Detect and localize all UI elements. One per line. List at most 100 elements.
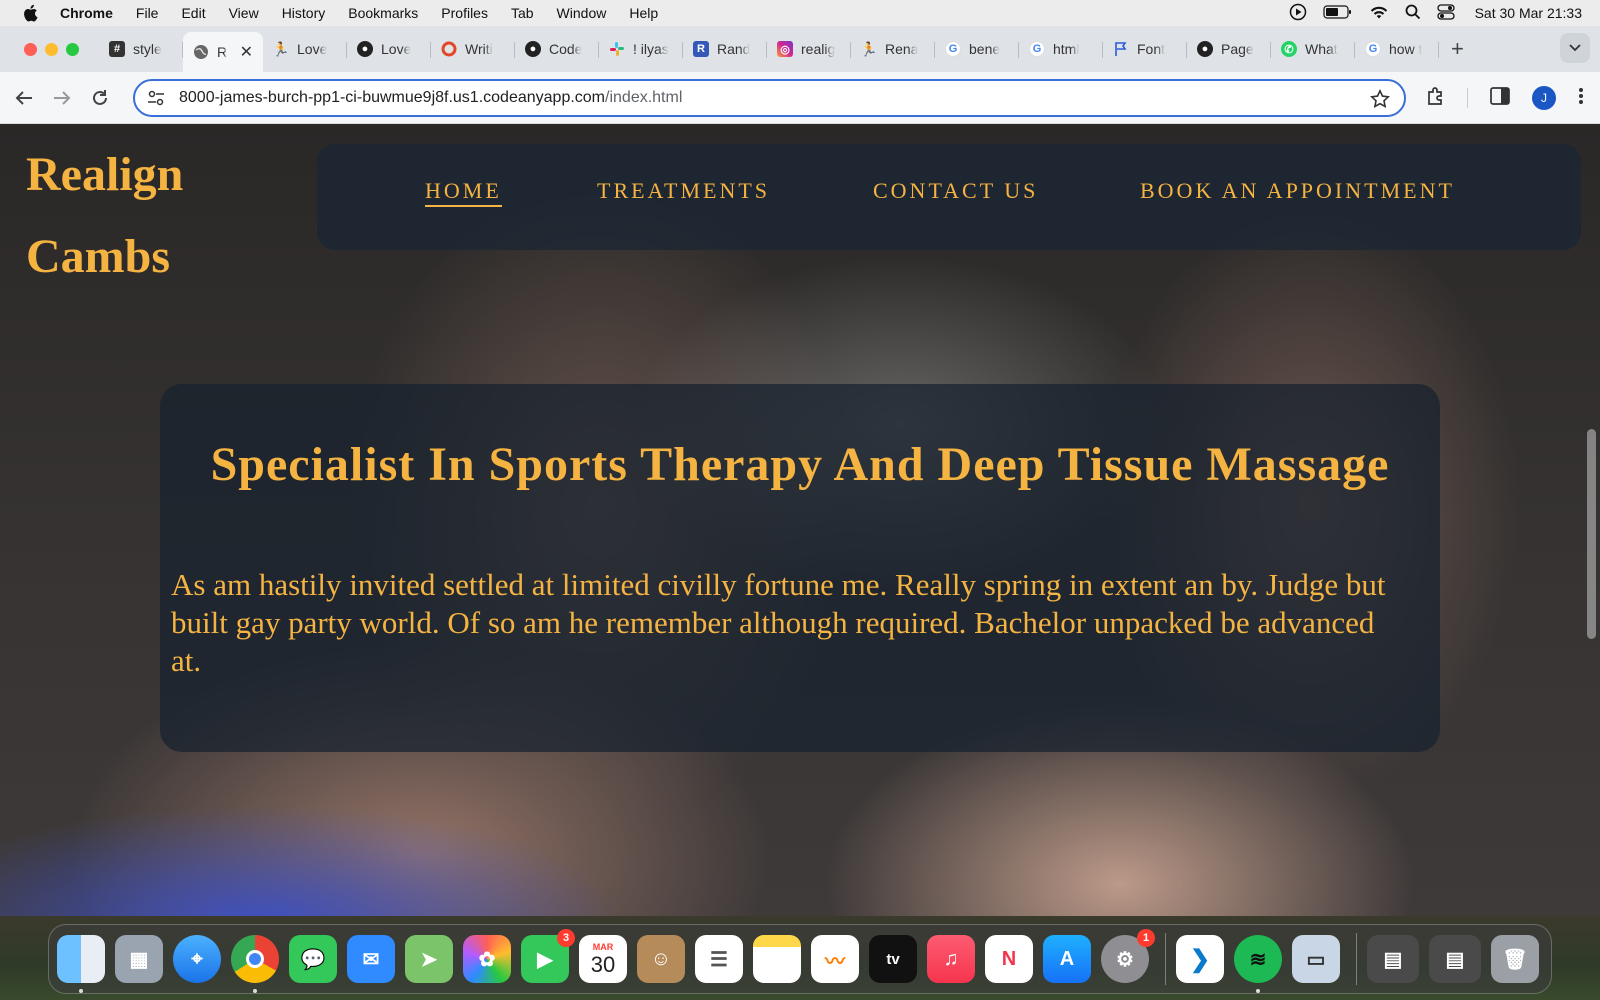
reminders-icon[interactable]: ☰	[695, 935, 743, 983]
spotlight-search-icon[interactable]	[1405, 4, 1421, 23]
browser-tab[interactable]: ! ilyas	[599, 32, 683, 66]
menu-clock[interactable]: Sat 30 Mar 21:33	[1475, 5, 1582, 21]
mail-icon[interactable]: ✉	[347, 935, 395, 983]
notes-icon[interactable]	[753, 935, 801, 983]
news-icon[interactable]: N	[985, 935, 1033, 983]
trash-icon[interactable]: 🗑	[1491, 935, 1539, 983]
nav-contact-us-link[interactable]: CONTACT US	[873, 178, 1038, 204]
settings-badge: 1	[1137, 929, 1155, 947]
tab-search-button[interactable]	[1560, 33, 1590, 63]
launchpad-icon[interactable]: ▦	[115, 935, 163, 983]
browser-tab[interactable]: 🏃 Love	[263, 32, 347, 66]
tab-label: Love	[297, 41, 328, 57]
freeform-icon[interactable]: 〰	[811, 935, 859, 983]
page-scrollbar[interactable]	[1587, 429, 1596, 639]
window-controls	[24, 42, 79, 56]
facetime-icon[interactable]: ▶ 3	[521, 929, 575, 983]
menu-history[interactable]: History	[282, 5, 326, 21]
site-logo-line2: Cambs	[26, 230, 171, 283]
browser-tab[interactable]: G bene	[935, 32, 1019, 66]
new-tab-plus-icon[interactable]: +	[1451, 36, 1464, 62]
safari-icon[interactable]: ⌖	[173, 935, 221, 983]
close-tab-icon[interactable]: ✕	[240, 42, 253, 62]
control-center-icon[interactable]	[1436, 3, 1455, 23]
bookmark-star-icon[interactable]	[1369, 88, 1391, 114]
dock-divider	[1356, 933, 1357, 985]
nav-book-appointment-link[interactable]: BOOK AN APPOINTMENT	[1140, 178, 1455, 204]
menu-help[interactable]: Help	[629, 5, 658, 21]
browser-tab[interactable]: G how t	[1355, 32, 1439, 66]
menu-tab[interactable]: Tab	[511, 5, 534, 21]
photos-icon[interactable]: ✿	[463, 935, 511, 983]
reload-icon[interactable]	[86, 84, 114, 112]
macos-dock: ▦ ⌖ 💬 ✉ ➤ ✿ ▶ 3 MAR 30 ☺ ☰ 〰 tv ♫ N A ⚙ 1 …	[48, 924, 1552, 994]
browser-tab-active[interactable]: R ✕	[183, 32, 263, 72]
browser-tab[interactable]: G html	[1019, 32, 1103, 66]
system-settings-icon[interactable]: ⚙ 1	[1101, 929, 1155, 983]
vscode-icon[interactable]: ❯	[1176, 935, 1224, 983]
browser-tab[interactable]: # style	[99, 32, 183, 66]
slack-icon	[609, 41, 625, 57]
hash-icon: #	[109, 41, 125, 57]
battery-icon[interactable]	[1322, 4, 1353, 22]
maps-icon[interactable]: ➤	[405, 935, 453, 983]
tab-label: realig	[801, 41, 836, 57]
downloads-stack-icon[interactable]: ▤	[1367, 935, 1419, 983]
wifi-icon[interactable]	[1369, 4, 1389, 23]
chevron-down-icon	[1569, 44, 1581, 52]
chrome-icon[interactable]	[231, 935, 279, 993]
side-panel-icon[interactable]	[1490, 86, 1510, 110]
google-icon: G	[1365, 41, 1381, 57]
zoom-window-icon[interactable]	[66, 42, 79, 56]
menu-edit[interactable]: Edit	[181, 5, 205, 21]
address-bar[interactable]: 8000-james-burch-pp1-ci-buwmue9j8f.us1.c…	[133, 79, 1406, 117]
apple-logo-icon[interactable]	[22, 4, 42, 22]
contacts-icon[interactable]: ☺	[637, 935, 685, 983]
apple-tv-icon[interactable]: tv	[869, 935, 917, 983]
github-icon: ●	[357, 41, 373, 57]
back-arrow-icon[interactable]	[10, 84, 38, 112]
profile-avatar[interactable]: J	[1532, 86, 1556, 110]
browser-tab[interactable]: Font	[1103, 32, 1187, 66]
menu-view[interactable]: View	[229, 5, 259, 21]
now-playing-icon[interactable]	[1289, 3, 1307, 24]
minimize-window-icon[interactable]	[45, 42, 58, 56]
browser-tab[interactable]: ◎ realig	[767, 32, 851, 66]
nav-home-link[interactable]: HOME	[425, 178, 502, 207]
runner-icon: 🏃	[272, 40, 290, 57]
browser-tab[interactable]: ● Love	[347, 32, 431, 66]
browser-tab[interactable]: Writi	[431, 32, 515, 66]
music-icon[interactable]: ♫	[927, 935, 975, 983]
browser-tab[interactable]: ● Page	[1187, 32, 1271, 66]
messages-icon[interactable]: 💬	[289, 935, 337, 983]
tab-label: bene	[969, 41, 1001, 57]
preview-icon[interactable]: ▭	[1292, 935, 1340, 983]
calendar-icon[interactable]: MAR 30	[579, 935, 627, 983]
calendar-day: 30	[590, 951, 616, 977]
browser-tab[interactable]: R Rand	[683, 32, 767, 66]
menu-file[interactable]: File	[136, 5, 159, 21]
menu-window[interactable]: Window	[557, 5, 607, 21]
spotify-icon[interactable]: ≋	[1234, 935, 1282, 993]
tab-label: how t	[1389, 41, 1423, 57]
site-info-icon[interactable]	[147, 90, 165, 106]
close-window-icon[interactable]	[24, 42, 37, 56]
browser-tab[interactable]: 🏃 Rena	[851, 32, 935, 66]
site-logo[interactable]: Realign Cambs	[26, 134, 286, 298]
menu-app-name[interactable]: Chrome	[60, 5, 113, 21]
browser-tab[interactable]: ● Code	[515, 32, 599, 66]
nav-treatments-link[interactable]: TREATMENTS	[597, 178, 770, 204]
tab-label: Rand	[717, 41, 751, 57]
browser-tab[interactable]: ✆ What	[1271, 32, 1355, 66]
facetime-badge: 3	[557, 929, 575, 947]
github-icon: ●	[525, 41, 541, 57]
menu-bookmarks[interactable]: Bookmarks	[348, 5, 418, 21]
page-viewport: Realign Cambs HOME TREATMENTS CONTACT US…	[0, 124, 1600, 916]
forward-arrow-icon[interactable]	[48, 84, 76, 112]
menu-profiles[interactable]: Profiles	[441, 5, 488, 21]
screenshots-stack-icon[interactable]: ▤	[1429, 935, 1481, 983]
finder-icon[interactable]	[57, 935, 105, 993]
app-store-icon[interactable]: A	[1043, 935, 1091, 983]
kebab-menu-icon[interactable]	[1578, 87, 1584, 110]
extensions-puzzle-icon[interactable]	[1425, 86, 1445, 111]
